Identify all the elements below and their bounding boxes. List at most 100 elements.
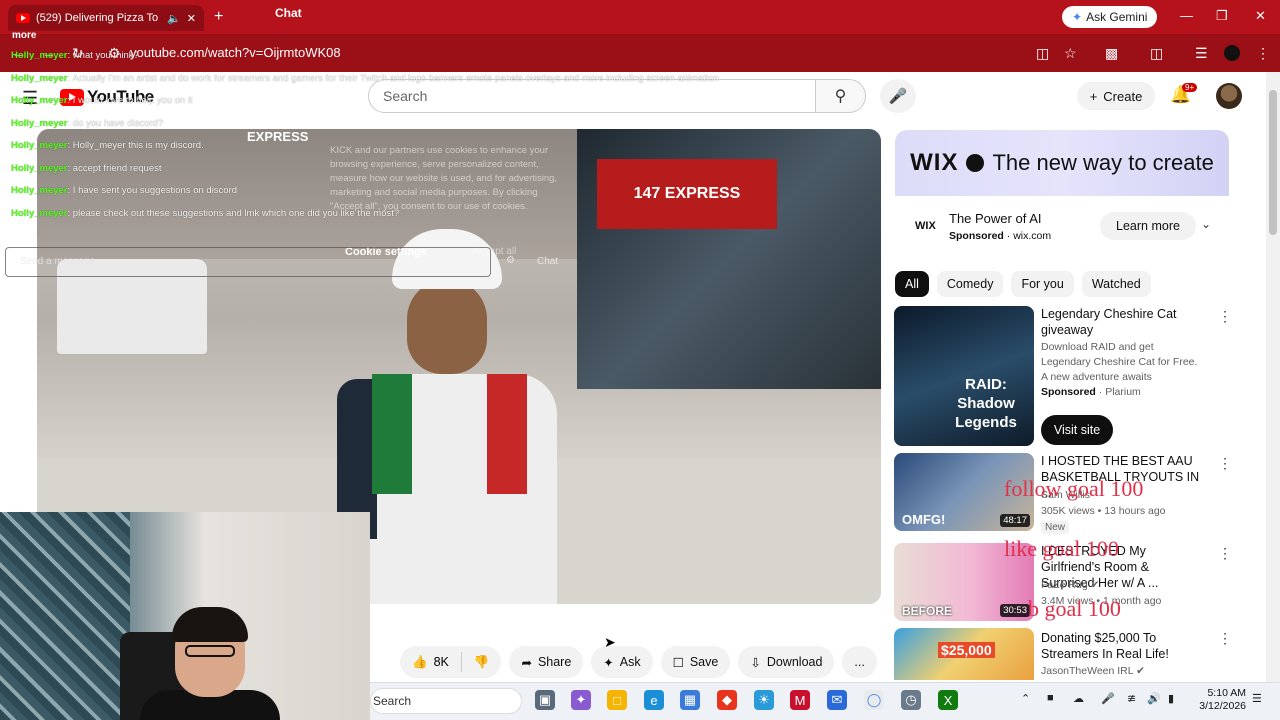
chrome-menu-icon[interactable]: ⋮	[1256, 45, 1270, 62]
more-vert-icon[interactable]: ⋮	[1218, 630, 1232, 647]
media-control-icon[interactable]: ☰	[1195, 45, 1208, 62]
chrome-icon[interactable]: ◯	[864, 690, 884, 710]
bookmark-icon: ☐	[672, 655, 684, 670]
video-thumbnail[interactable]: $25,000	[894, 628, 1034, 680]
recommendation-title[interactable]: Donating $25,000 To Streamers In Real Li…	[1041, 630, 1201, 662]
mail-icon[interactable]: ✉	[827, 690, 847, 710]
restore-icon[interactable]: ❐	[1216, 8, 1228, 24]
copilot-icon[interactable]: ✦	[571, 690, 591, 710]
minimize-icon[interactable]: —	[1180, 8, 1193, 23]
install-app-icon[interactable]: ◫	[1036, 45, 1049, 62]
share-button[interactable]: ➦ Share	[509, 646, 584, 678]
video-thumbnail[interactable]: RAID: Shadow Legends	[894, 306, 1034, 446]
battery-icon[interactable]: ▮	[1168, 692, 1174, 705]
clock-app-icon[interactable]: ◷	[901, 690, 921, 710]
download-button[interactable]: ⇩ Download	[738, 646, 835, 678]
mouse-cursor-icon: ➤	[604, 634, 616, 650]
video-scarf-red	[487, 374, 527, 494]
browser-tab-active[interactable]: (529) Delivering Pizza To Jel 🔈 ✕	[8, 5, 204, 31]
chat-message-input[interactable]: Send a message	[5, 247, 491, 277]
mcafee-icon[interactable]: M	[790, 690, 810, 710]
chevron-down-icon[interactable]: ⌄	[1201, 217, 1211, 231]
microphone-tray-icon[interactable]: 🎤	[1101, 692, 1115, 705]
verified-check-icon: ✔	[1136, 665, 1145, 677]
more-vert-icon[interactable]: ⋮	[1218, 455, 1232, 472]
more-actions-button[interactable]: ...	[842, 646, 877, 678]
taskbar-clock[interactable]: 5:10 AM 3/12/2026	[1196, 687, 1246, 713]
microphone-icon[interactable]: 🎤	[880, 79, 916, 113]
chip-for-you[interactable]: For you	[1011, 271, 1074, 297]
volume-icon[interactable]: 🔊	[1147, 692, 1161, 705]
store-icon[interactable]: ▦	[680, 690, 700, 710]
close-tab-icon[interactable]: ✕	[187, 12, 196, 25]
dislike-button[interactable]: 👎	[462, 655, 502, 670]
extensions-icon[interactable]: ▩	[1105, 45, 1118, 62]
clock-date: 3/12/2026	[1199, 700, 1246, 712]
webcam-glasses	[185, 645, 235, 657]
close-window-icon[interactable]: ✕	[1255, 8, 1266, 24]
follow-goal-overlay: follow goal 100	[1004, 476, 1144, 501]
speaker-icon[interactable]: 🔈	[167, 12, 181, 25]
weather-icon[interactable]: ☀	[754, 690, 774, 710]
save-button[interactable]: ☐ Save	[660, 646, 731, 678]
recommendation-title[interactable]: Legendary Cheshire Cat giveaway	[1041, 306, 1201, 338]
learn-more-button[interactable]: Learn more	[1100, 212, 1196, 240]
chip-watched[interactable]: Watched	[1081, 271, 1151, 297]
create-button[interactable]: + Create	[1077, 82, 1155, 110]
wix-dot-icon	[966, 154, 985, 172]
chat-message: Holly_meyer: what you think?	[11, 50, 139, 61]
chat-settings-gear-icon[interactable]: ⚙	[506, 255, 515, 266]
chip-comedy[interactable]: Comedy	[936, 271, 1004, 297]
download-icon: ⇩	[750, 655, 761, 670]
split-view-icon[interactable]: ◫	[1150, 45, 1163, 62]
onedrive-icon[interactable]: ☁	[1073, 692, 1084, 705]
more-vert-icon[interactable]: ⋮	[1218, 545, 1232, 562]
ad-sponsored-label: Sponsored	[949, 230, 1004, 242]
ask-button[interactable]: ✦ Ask	[591, 646, 653, 678]
chat-send-button[interactable]: Chat	[537, 256, 558, 267]
ad-tagline: The new way to create	[992, 150, 1214, 175]
chat-message: Holly_meyer: Actually I'm an artist and …	[11, 72, 719, 84]
xbox-icon[interactable]: X	[938, 690, 958, 710]
ad-title[interactable]: The Power of AI	[949, 211, 1042, 226]
chip-all[interactable]: All	[895, 271, 929, 297]
ask-label: Ask	[619, 655, 641, 669]
thumbnail-text: OMFG!	[902, 512, 946, 527]
recommendation-channel[interactable]: JasonTheWeen IRL ✔	[1041, 664, 1145, 679]
video-store-sign: 147 EXPRESS	[597, 159, 777, 229]
recommendation-item[interactable]: $25,000 Donating $25,000 To Streamers In…	[894, 628, 1234, 680]
scrollbar-thumb[interactable]	[1269, 90, 1277, 235]
video-person	[337, 229, 577, 604]
new-tab-button[interactable]: +	[214, 8, 223, 26]
like-button[interactable]: 👍 8K	[400, 655, 461, 670]
ad-banner[interactable]: WIX The new way to create	[895, 130, 1229, 196]
app-diamond-icon[interactable]: ◆	[717, 690, 737, 710]
account-avatar[interactable]	[1216, 83, 1242, 109]
wifi-icon[interactable]: ≇	[1127, 692, 1136, 705]
youtube-favicon-icon	[16, 13, 30, 23]
search-icon[interactable]: ⚲	[816, 79, 866, 113]
recommendation-channel[interactable]: FaZe Rug ✔	[1041, 578, 1099, 593]
tray-app-icon[interactable]: ■	[1047, 692, 1054, 704]
share-label: Share	[537, 655, 572, 669]
verified-check-icon: ✔	[1090, 579, 1100, 591]
recommendation-item[interactable]: RAID: Shadow Legends Legendary Cheshire …	[894, 306, 1234, 446]
file-explorer-icon[interactable]: □	[607, 690, 627, 710]
plus-icon: +	[1089, 88, 1098, 104]
ask-gemini-button[interactable]: ✦ Ask Gemini	[1062, 6, 1158, 28]
visit-site-button[interactable]: Visit site	[1041, 415, 1113, 445]
task-view-icon[interactable]: ▣	[535, 690, 555, 710]
filter-chips: All Comedy For you Watched	[895, 271, 1151, 297]
edge-browser-icon[interactable]: e	[644, 690, 664, 710]
profile-avatar[interactable]	[1224, 45, 1240, 61]
bookmark-star-icon[interactable]: ☆	[1064, 45, 1077, 62]
notification-count-badge: 9+	[1182, 83, 1198, 92]
tray-chevron-up-icon[interactable]: ⌃	[1021, 692, 1030, 705]
save-label: Save	[689, 655, 719, 669]
webcam-curtain	[0, 512, 130, 720]
emoji-icon[interactable]: ☺	[468, 255, 478, 266]
taskbar-search-input[interactable]: Search	[370, 688, 522, 714]
video-duration: 48:17	[1000, 514, 1030, 527]
more-vert-icon[interactable]: ⋮	[1218, 308, 1232, 325]
notification-center-icon[interactable]: ☰	[1252, 692, 1262, 705]
